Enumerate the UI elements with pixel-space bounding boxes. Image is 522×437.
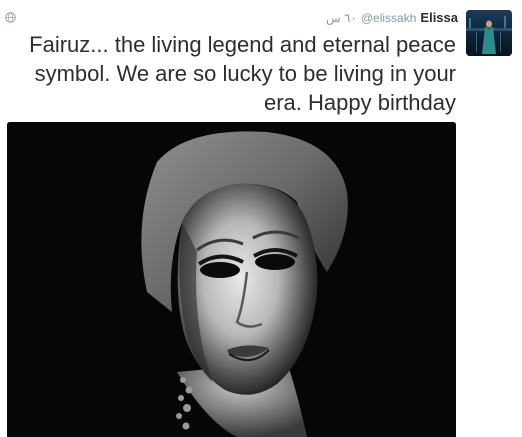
- tweet-text: Fairuz... the living legend and eternal …: [29, 32, 456, 115]
- tweet-photo[interactable]: [7, 122, 456, 437]
- tweet-header: ٦٠ س @elissakh Elissa: [326, 10, 458, 25]
- globe-icon: [5, 10, 16, 23]
- tweet-card: ٦٠ س @elissakh Elissa Fairuz... the livi…: [0, 0, 522, 437]
- avatar[interactable]: [466, 10, 512, 56]
- tweet-timestamp[interactable]: ٦٠ س: [326, 11, 357, 25]
- user-display-name[interactable]: Elissa: [420, 10, 458, 25]
- user-handle[interactable]: @elissakh: [361, 11, 417, 25]
